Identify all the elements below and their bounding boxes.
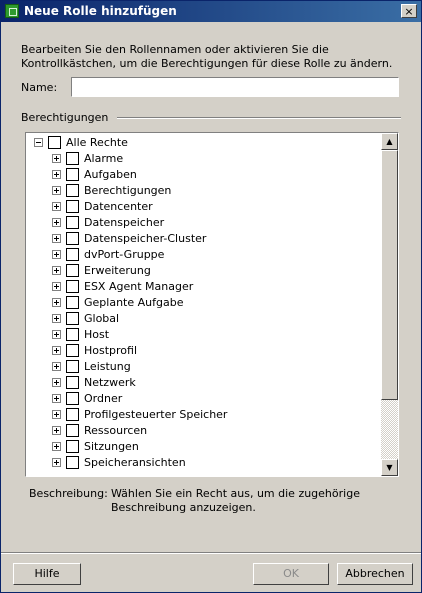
tree-item-label: dvPort-Gruppe (84, 248, 165, 261)
permission-checkbox[interactable] (66, 264, 79, 277)
permission-checkbox[interactable] (66, 344, 79, 357)
expand-icon[interactable] (52, 330, 61, 339)
window-title: Neue Rolle hinzufügen (24, 4, 177, 18)
permission-checkbox[interactable] (66, 200, 79, 213)
description-text: Wählen Sie ein Recht aus, um die zugehör… (111, 487, 360, 514)
tree-item-label: ESX Agent Manager (84, 280, 194, 293)
tree-item-label: Hostprofil (84, 344, 138, 357)
expand-icon[interactable] (52, 250, 61, 259)
name-input[interactable] (71, 77, 399, 97)
expand-icon[interactable] (52, 154, 61, 163)
expand-icon[interactable] (52, 378, 61, 387)
tree-item-label: Datencenter (84, 200, 153, 213)
title-bar[interactable]: Neue Rolle hinzufügen × (1, 1, 421, 22)
permission-checkbox[interactable] (66, 312, 79, 325)
expand-icon[interactable] (52, 410, 61, 419)
permission-checkbox[interactable] (66, 216, 79, 229)
scroll-down-button[interactable]: ▼ (381, 459, 398, 476)
permission-checkbox[interactable] (66, 248, 79, 261)
expand-icon[interactable] (52, 426, 61, 435)
scrollbar-thumb[interactable] (381, 150, 398, 400)
close-button[interactable]: × (401, 4, 417, 18)
tree-item-label: Leistung (84, 360, 131, 373)
ok-button[interactable]: OK (253, 563, 329, 585)
tree-item-label: Netzwerk (84, 376, 136, 389)
tree-item-label: Geplante Aufgabe (84, 296, 184, 309)
permission-checkbox[interactable] (66, 456, 79, 469)
expand-icon[interactable] (52, 458, 61, 467)
tree-item-label: Ordner (84, 392, 123, 405)
expand-icon[interactable] (52, 362, 61, 371)
expand-icon[interactable] (52, 346, 61, 355)
name-label: Name: (21, 81, 58, 94)
help-button[interactable]: Hilfe (13, 563, 81, 585)
permission-checkbox[interactable] (66, 296, 79, 309)
expand-icon[interactable] (52, 186, 61, 195)
permission-checkbox[interactable] (66, 360, 79, 373)
expand-icon[interactable] (52, 170, 61, 179)
expand-icon[interactable] (52, 282, 61, 291)
permission-checkbox[interactable] (66, 328, 79, 341)
instructions-text: Bearbeiten Sie den Rollennamen oder akti… (21, 43, 393, 70)
permission-checkbox[interactable] (66, 232, 79, 245)
tree-item-label: Aufgaben (84, 168, 137, 181)
tree-item-label: Datenspeicher (84, 216, 165, 229)
add-role-dialog: Neue Rolle hinzufügen × Bearbeiten Sie d… (0, 0, 422, 593)
cancel-button[interactable]: Abbrechen (337, 563, 413, 585)
tree-item-label: Datenspeicher-Cluster (84, 232, 207, 245)
tree-content: Alle Rechte Alarme Aufgaben Berechtigungen… (26, 133, 382, 476)
permissions-tree[interactable]: Alle Rechte Alarme Aufgaben Berechtigungen… (25, 132, 399, 477)
arrow-up-icon: ▲ (386, 137, 393, 146)
tree-item-label: Speicheransichten (84, 456, 186, 469)
permission-checkbox[interactable] (66, 440, 79, 453)
expand-icon[interactable] (52, 298, 61, 307)
tree-item-label: Global (84, 312, 120, 325)
expand-icon[interactable] (52, 218, 61, 227)
button-separator (1, 552, 421, 554)
expand-icon[interactable] (52, 314, 61, 323)
expand-icon[interactable] (52, 442, 61, 451)
expand-icon[interactable] (52, 394, 61, 403)
app-icon (5, 4, 19, 18)
expand-icon[interactable] (52, 266, 61, 275)
expand-icon[interactable] (52, 202, 61, 211)
permission-checkbox[interactable] (66, 184, 79, 197)
permission-checkbox[interactable] (66, 168, 79, 181)
permissions-heading: Berechtigungen (21, 111, 109, 124)
tree-item-label: Ressourcen (84, 424, 148, 437)
permission-checkbox[interactable] (66, 424, 79, 437)
scroll-up-button[interactable]: ▲ (381, 133, 398, 150)
expand-icon[interactable] (52, 234, 61, 243)
permissions-divider (117, 117, 401, 119)
tree-root-label: Alle Rechte (66, 136, 128, 149)
permission-checkbox[interactable] (66, 280, 79, 293)
tree-item-label: Berechtigungen (84, 184, 172, 197)
tree-item-label: Host (84, 328, 110, 341)
arrow-down-icon: ▼ (386, 463, 393, 472)
tree-item-label: Profilgesteuerter Speicher (84, 408, 228, 421)
tree-item-label: Sitzungen (84, 440, 139, 453)
permission-checkbox[interactable] (66, 408, 79, 421)
description-label: Beschreibung: (29, 487, 108, 500)
collapse-icon[interactable] (34, 138, 43, 147)
permission-checkbox[interactable] (66, 152, 79, 165)
vertical-scrollbar[interactable]: ▲ ▼ (381, 133, 398, 476)
checkbox-all-rights[interactable] (48, 136, 61, 149)
permission-checkbox[interactable] (66, 392, 79, 405)
permission-checkbox[interactable] (66, 376, 79, 389)
tree-item-label: Alarme (84, 152, 124, 165)
close-icon: × (404, 5, 414, 18)
tree-item-label: Erweiterung (84, 264, 151, 277)
